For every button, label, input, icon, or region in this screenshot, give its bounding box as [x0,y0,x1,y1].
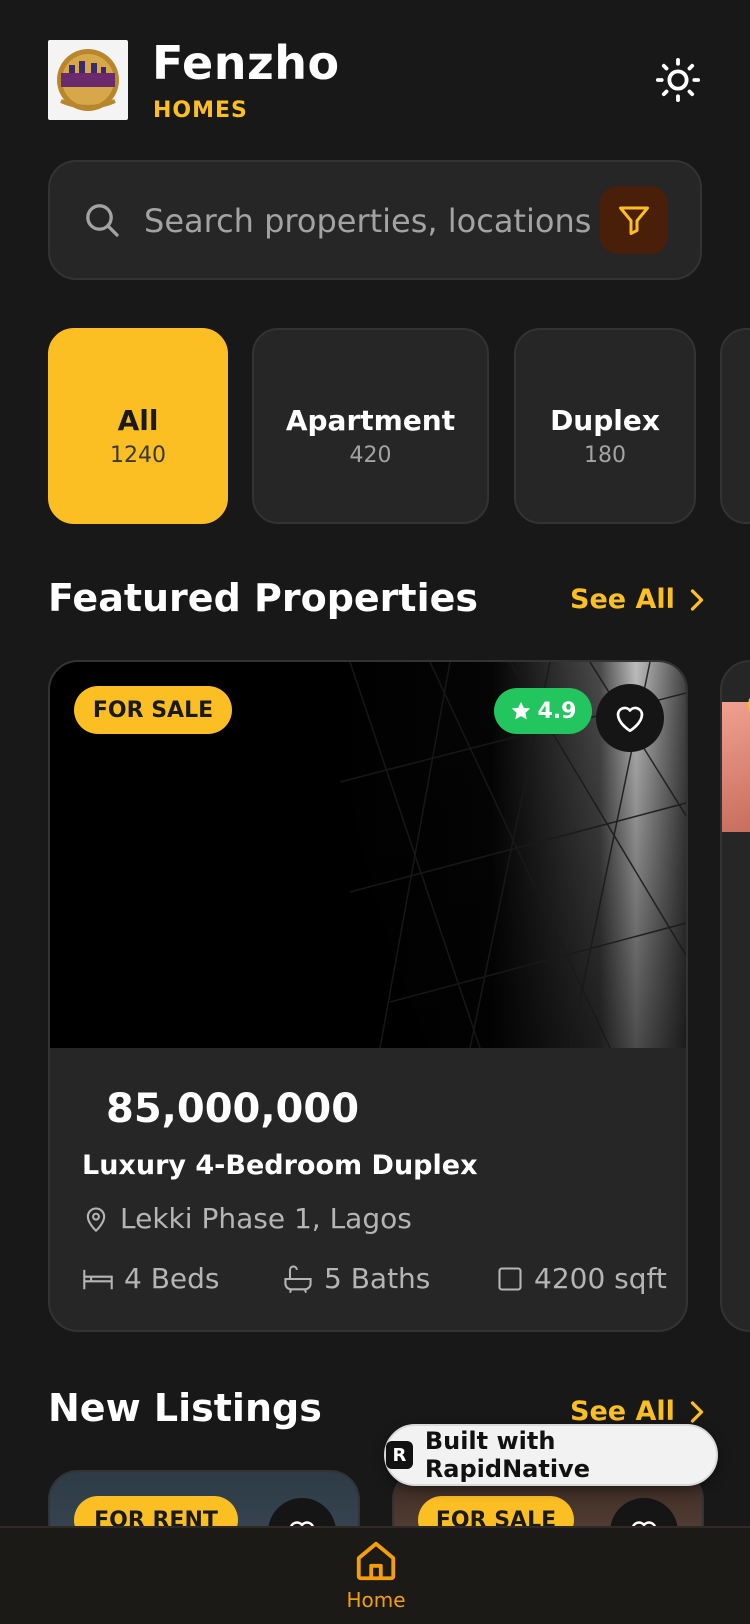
featured-property-card[interactable]: FOR SALE 4.9 85,000,000 Luxury 4-Bedroom… [48,660,688,1332]
category-count: 1240 [110,443,166,468]
featured-title: Featured Properties [48,576,478,620]
heart-icon [616,706,644,733]
theme-toggle-button[interactable] [650,52,706,108]
category-label: Duplex [550,404,660,437]
location-text: Lekki Phase 1, Lagos [120,1202,412,1235]
category-apartment[interactable]: Apartment 420 [252,328,489,524]
sun-icon [655,57,701,103]
filter-icon [619,206,649,235]
status-badge: FOR SALE [74,686,232,734]
see-all-label: See All [570,584,675,615]
category-label: Apartment [285,404,456,437]
beds-spec: 4 Beds [82,1262,220,1295]
baths-spec: 5 Baths [282,1262,430,1295]
tab-home[interactable]: Home [336,1538,416,1612]
rating-value: 4.9 [537,698,577,724]
see-all-label: See All [570,1396,675,1427]
category-count: 180 [584,443,626,468]
brand-name: Fenzho [152,36,340,90]
baths-text: 5 Baths [324,1262,431,1295]
tab-home-label: Home [346,1588,406,1612]
featured-see-all-link[interactable]: See All [570,584,705,615]
property-price: 85,000,000 [106,1086,360,1132]
brand-subtitle: HOMES [153,98,248,123]
area-text: 4200 sqft [534,1262,667,1295]
bath-icon [284,1264,312,1293]
map-pin-icon [86,1207,106,1232]
property-image [722,702,750,832]
category-label: All [117,404,159,437]
category-duplex[interactable]: Duplex 180 [514,328,696,524]
beds-text: 4 Beds [124,1262,220,1295]
area-spec: 4200 sqft [496,1262,667,1295]
property-location: Lekki Phase 1, Lagos [82,1202,412,1235]
logo-emblem-icon [57,49,119,111]
home-icon [356,1541,396,1581]
favorite-button[interactable] [596,684,664,752]
category-count: 420 [349,443,392,468]
rating-badge: 4.9 [494,688,592,734]
square-icon [498,1266,522,1291]
new-listings-title: New Listings [48,1386,322,1430]
rapidnative-logo-icon: R [386,1441,413,1469]
category-more[interactable] [720,328,750,524]
filter-button[interactable] [600,186,668,254]
star-icon [511,701,530,720]
chevron-right-icon [690,588,704,611]
rapidnative-label: Built with RapidNative [424,1427,590,1483]
app-logo [48,40,128,120]
category-all[interactable]: All 1240 [48,328,228,524]
property-title: Luxury 4-Bedroom Duplex [82,1150,478,1181]
bed-icon [83,1269,113,1289]
next-property-card[interactable] [720,660,750,1332]
search-input[interactable] [144,196,594,246]
chevron-right-icon [690,1400,704,1423]
built-with-rapidnative-badge[interactable]: R Built with RapidNative [384,1424,718,1486]
new-listings-see-all-link[interactable]: See All [570,1396,705,1427]
search-icon [82,200,122,244]
